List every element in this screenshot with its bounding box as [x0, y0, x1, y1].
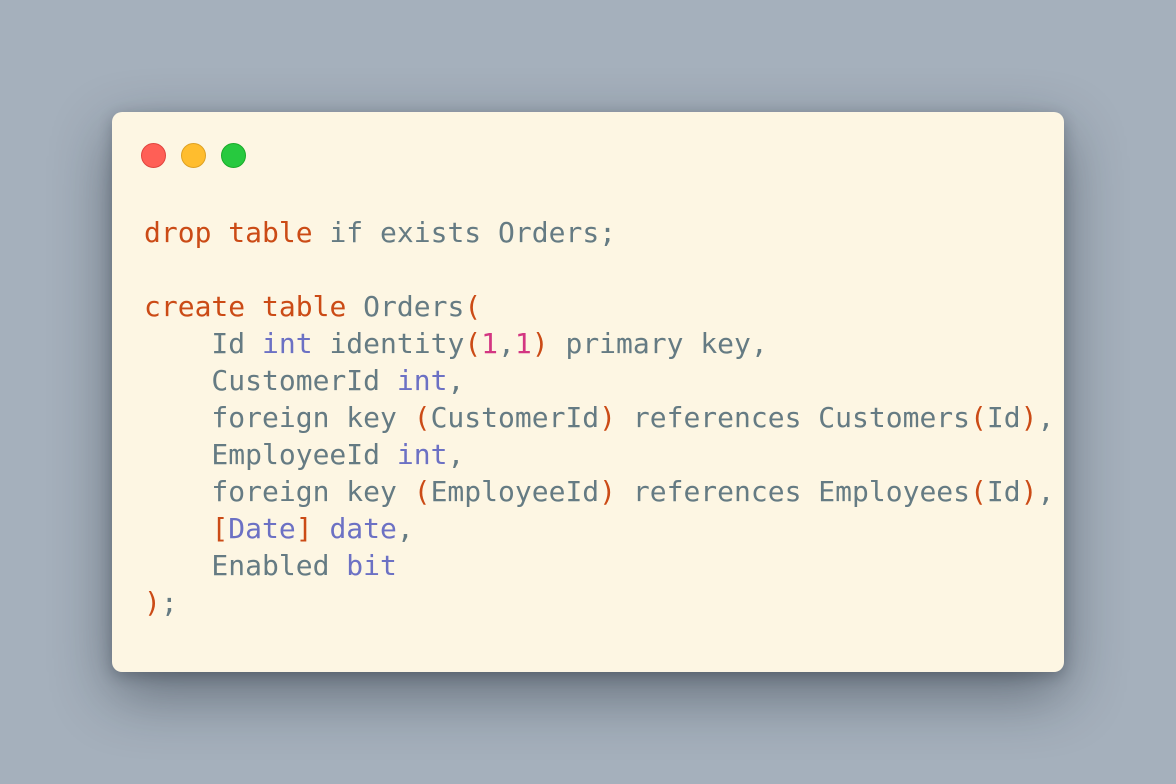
code-token-plain: references Customers: [616, 401, 971, 434]
code-token-plain: Id: [986, 401, 1021, 434]
code-window: drop table if exists Orders;​create tabl…: [112, 112, 1064, 672]
code-line: drop table if exists Orders;: [144, 214, 1054, 251]
code-token-punct: (: [464, 290, 482, 323]
code-token-number: 1: [514, 327, 532, 360]
code-token-plain: ,: [1037, 475, 1055, 508]
code-token-plain: identity: [312, 327, 465, 360]
code-token-plain: ,: [447, 364, 465, 397]
code-token-number: 1: [481, 327, 499, 360]
code-token-plain: ;: [160, 586, 178, 619]
close-button[interactable]: [141, 143, 166, 168]
code-token-punct: ]: [295, 512, 313, 545]
code-token-punct: ): [1020, 401, 1038, 434]
code-token-plain: if exists Orders;: [312, 216, 617, 249]
code-token-type: bit: [346, 549, 397, 582]
code-token-plain: foreign key: [144, 475, 414, 508]
code-token-plain: Orders: [346, 290, 465, 323]
code-token-type: date: [329, 512, 397, 545]
code-token-punct: ): [599, 401, 617, 434]
maximize-button[interactable]: [221, 143, 246, 168]
code-token-plain: references Employees: [616, 475, 971, 508]
code-token-plain: Id: [144, 327, 263, 360]
code-token-plain: ,: [1037, 401, 1055, 434]
code-line: CustomerId int,: [144, 362, 1054, 399]
code-token-type: Date: [228, 512, 296, 545]
code-token-keyword: drop: [144, 216, 212, 249]
code-token-plain: Enabled: [144, 549, 347, 582]
code-token-plain: CustomerId: [430, 401, 600, 434]
code-line: Id int identity(1,1) primary key,: [144, 325, 1054, 362]
code-token-plain: ,: [447, 438, 465, 471]
code-token-punct: ): [1020, 475, 1038, 508]
code-token-keyword: table: [228, 216, 313, 249]
code-line: );: [144, 584, 1054, 621]
code-token-type: int: [396, 364, 448, 397]
code-line: Enabled bit: [144, 547, 1054, 584]
code-token-plain: primary key,: [548, 327, 768, 360]
code-token-punct: ): [144, 586, 161, 619]
minimize-button[interactable]: [181, 143, 206, 168]
code-token-punct: (: [970, 401, 987, 434]
code-token-punct: (: [413, 401, 431, 434]
code-token-plain: foreign key: [144, 401, 414, 434]
code-block: drop table if exists Orders;​create tabl…: [144, 214, 1054, 621]
window-controls: [141, 143, 246, 168]
code-token-keyword: table: [262, 290, 347, 323]
code-token-type: int: [262, 327, 313, 360]
code-token-punct: (: [464, 327, 482, 360]
code-line: EmployeeId int,: [144, 436, 1054, 473]
code-token-plain: ,: [396, 512, 414, 545]
code-line: ​: [144, 251, 1054, 288]
code-line: create table Orders(: [144, 288, 1054, 325]
code-token-punct: [: [211, 512, 229, 545]
code-token-plain: Id: [986, 475, 1021, 508]
code-token-plain: ,: [498, 327, 515, 360]
code-token-plain: CustomerId: [144, 364, 397, 397]
code-line: foreign key (EmployeeId) references Empl…: [144, 473, 1054, 510]
code-line: [Date] date,: [144, 510, 1054, 547]
code-token-keyword: create: [144, 290, 246, 323]
code-line: foreign key (CustomerId) references Cust…: [144, 399, 1054, 436]
code-token-plain: EmployeeId: [430, 475, 600, 508]
code-token-punct: (: [413, 475, 431, 508]
code-token-plain: EmployeeId: [144, 438, 397, 471]
code-token-punct: ): [599, 475, 617, 508]
code-token-punct: ): [531, 327, 549, 360]
code-token-punct: (: [970, 475, 987, 508]
code-token-type: int: [396, 438, 448, 471]
